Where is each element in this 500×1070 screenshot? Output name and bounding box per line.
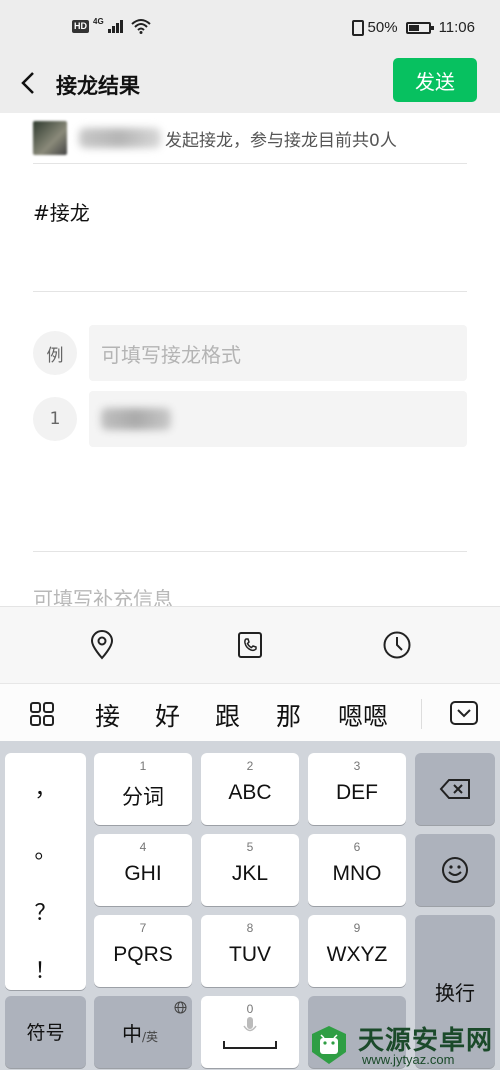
initiator-text: 发起接龙，参与接龙目前共0人 xyxy=(165,130,397,151)
key-number: 5 xyxy=(246,840,254,854)
key-9[interactable]: 9 WXYZ xyxy=(308,915,406,987)
space-bar-icon xyxy=(223,1041,277,1049)
backspace-icon xyxy=(439,779,470,799)
entry-input[interactable] xyxy=(89,391,467,447)
key-number: 6 xyxy=(353,840,361,854)
nine-key-keyboard: ， 。 ？ ！ 1 分词 2 ABC 3 DEF 4 GHI 5 JKL 6 M… xyxy=(0,741,500,1070)
key-2[interactable]: 2 ABC xyxy=(201,753,299,825)
microphone-icon xyxy=(243,1017,257,1032)
status-right: 50% 11:06 xyxy=(351,19,475,36)
lang-sub: /英 xyxy=(142,1030,159,1044)
entry-number: 1 xyxy=(33,397,77,441)
key-number: 2 xyxy=(246,759,254,773)
key-label: DEF xyxy=(336,781,378,804)
globe-icon xyxy=(174,1001,187,1014)
ime-candidate-bar: 接 好 跟 那 嗯嗯 xyxy=(0,683,500,741)
example-format-input[interactable]: 可填写接龙格式 xyxy=(89,325,467,381)
key-number: 3 xyxy=(353,759,361,773)
main-content: 发起接龙，参与接龙目前共0人 #接龙 例 可填写接龙格式 1 可填写补充信息 xyxy=(0,113,500,606)
avatar xyxy=(33,121,67,155)
backspace-button[interactable] xyxy=(415,753,495,825)
key-label: TUV xyxy=(229,943,271,966)
punctuation-key[interactable]: ！ xyxy=(5,953,86,985)
back-icon[interactable] xyxy=(14,68,44,98)
lang-main: 中 xyxy=(122,1022,142,1046)
page-title: 接龙结果 xyxy=(56,74,140,98)
blurred-entry-text xyxy=(101,408,171,430)
example-row: 例 可填写接龙格式 xyxy=(33,325,467,381)
clock-icon[interactable] xyxy=(381,629,413,661)
emoji-icon xyxy=(442,857,468,883)
watermark: 天源安卓网 www.jytyaz.com xyxy=(302,1018,500,1070)
key-label: WXYZ xyxy=(326,943,388,966)
extra-info-input[interactable]: 可填写补充信息 xyxy=(33,583,173,606)
candidate-word[interactable]: 好 xyxy=(155,697,180,733)
key-label: 分词 xyxy=(122,786,164,809)
emoji-button[interactable] xyxy=(415,834,495,906)
punctuation-key[interactable]: ， xyxy=(5,771,86,803)
nav-header: 接龙结果 发送 xyxy=(0,58,500,113)
key-number: 0 xyxy=(246,1002,254,1016)
key-5[interactable]: 5 JKL xyxy=(201,834,299,906)
blurred-username xyxy=(79,128,161,148)
punctuation-key[interactable]: 。 xyxy=(5,833,86,865)
hd-badge: HD xyxy=(72,19,89,33)
send-button[interactable]: 发送 xyxy=(393,58,477,102)
language-switch-button[interactable]: 中/英 xyxy=(94,996,192,1068)
collapse-keyboard-icon[interactable] xyxy=(449,700,479,726)
punctuation-column[interactable]: ， 。 ？ ！ xyxy=(5,753,86,990)
phone-icon[interactable] xyxy=(234,629,266,661)
signal-icon xyxy=(107,19,123,33)
enter-label: 换行 xyxy=(435,981,475,1005)
candidate-word[interactable]: 跟 xyxy=(215,697,240,733)
battery-percent: 50% xyxy=(367,19,398,36)
key-4[interactable]: 4 GHI xyxy=(94,834,192,906)
divider xyxy=(33,551,467,552)
topic-text[interactable]: #接龙 xyxy=(33,197,90,226)
key-label: MNO xyxy=(332,862,382,885)
clock-time: 11:06 xyxy=(438,19,475,36)
network-type: 4G xyxy=(93,16,104,26)
attachment-toolbar xyxy=(0,606,500,683)
key-number: 7 xyxy=(139,921,147,935)
key-label: JKL xyxy=(231,862,269,885)
candidate-word[interactable]: 那 xyxy=(276,697,301,733)
space-button[interactable]: 0 xyxy=(201,996,299,1068)
key-number: 1 xyxy=(139,759,147,773)
watermark-url: www.jytyaz.com xyxy=(362,1052,455,1067)
example-placeholder: 可填写接龙格式 xyxy=(101,342,241,367)
key-7[interactable]: 7 PQRS xyxy=(94,915,192,987)
location-icon[interactable] xyxy=(86,629,118,661)
grid-menu-icon[interactable] xyxy=(29,701,55,727)
punctuation-key[interactable]: ？ xyxy=(5,895,86,927)
key-label: GHI xyxy=(124,862,162,885)
key-label: ABC xyxy=(228,781,272,804)
battery-icon xyxy=(405,21,434,34)
key-number: 9 xyxy=(353,921,361,935)
divider xyxy=(421,699,422,729)
candidate-word[interactable]: 接 xyxy=(95,697,120,733)
status-left: HD 4G xyxy=(72,16,151,34)
vibrate-icon xyxy=(351,19,364,36)
candidate-word[interactable]: 嗯嗯 xyxy=(338,697,388,733)
key-3[interactable]: 3 DEF xyxy=(308,753,406,825)
divider xyxy=(33,163,467,164)
entry-row: 1 xyxy=(33,391,467,447)
example-marker: 例 xyxy=(33,331,77,375)
key-number: 4 xyxy=(139,840,147,854)
key-6[interactable]: 6 MNO xyxy=(308,834,406,906)
symbol-label: 符号 xyxy=(26,1022,65,1044)
divider xyxy=(33,291,467,292)
key-number: 8 xyxy=(246,921,254,935)
symbol-button[interactable]: 符号 xyxy=(5,996,86,1068)
wifi-icon xyxy=(131,19,151,34)
key-8[interactable]: 8 TUV xyxy=(201,915,299,987)
status-bar: HD 4G 50% 11:06 xyxy=(0,0,500,58)
initiator-info: 发起接龙，参与接龙目前共0人 xyxy=(33,121,397,155)
key-label: PQRS xyxy=(113,943,173,966)
key-1[interactable]: 1 分词 xyxy=(94,753,192,825)
android-logo-icon xyxy=(312,1026,346,1064)
